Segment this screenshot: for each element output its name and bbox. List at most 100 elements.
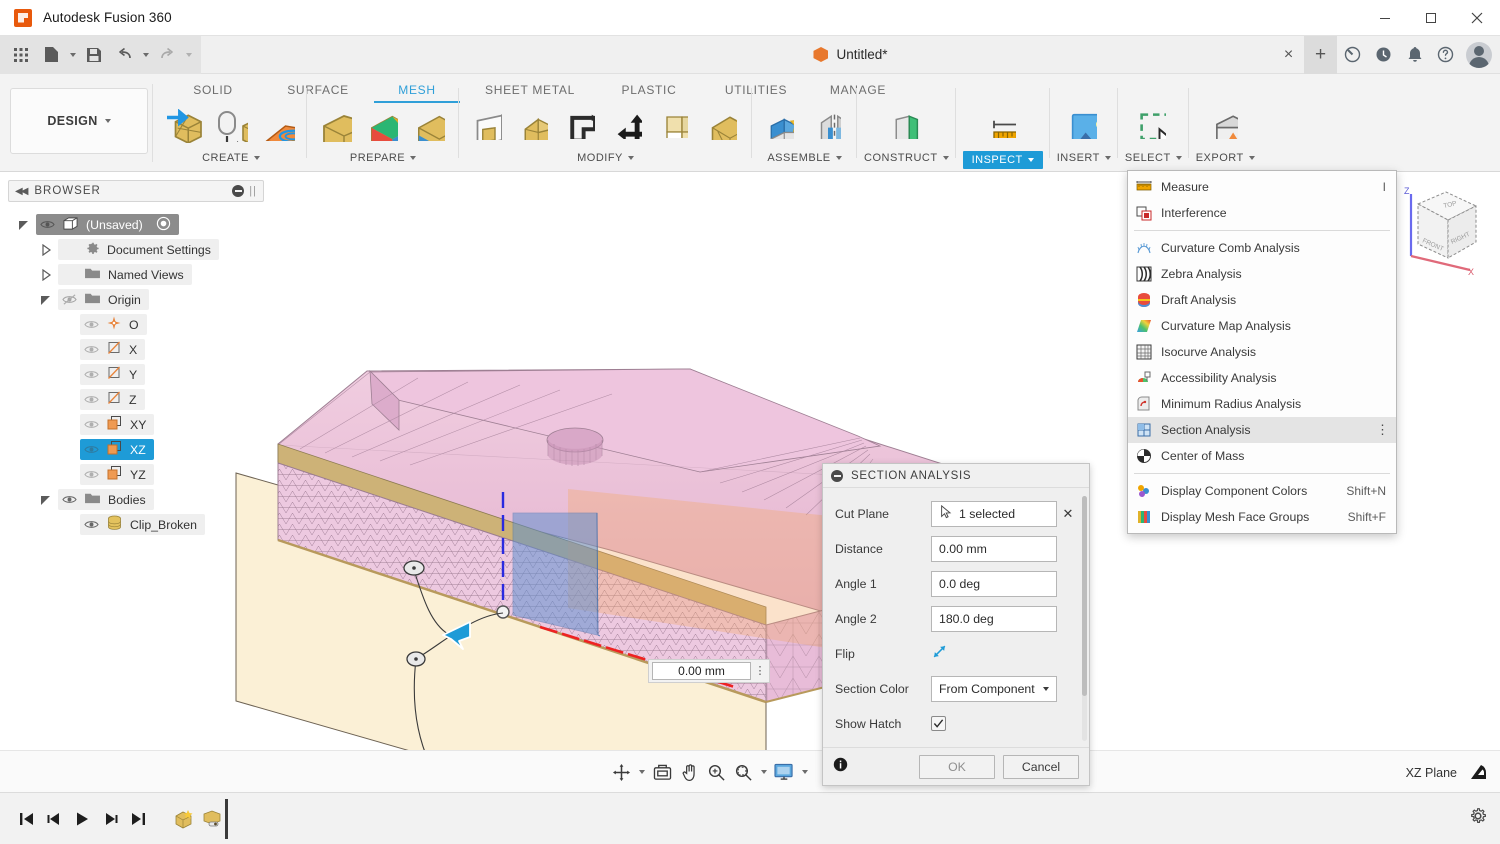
- browser-node-pill[interactable]: O: [80, 314, 147, 335]
- app-grid-icon[interactable]: [6, 40, 36, 70]
- dialog-scrollbar-thumb[interactable]: [1082, 496, 1087, 696]
- ribbon-panel-label-select[interactable]: SELECT: [1125, 152, 1182, 164]
- dialog-input-distance[interactable]: 0.00 mm: [931, 535, 1057, 562]
- ribbon-panel-label-insert[interactable]: INSERT: [1057, 152, 1111, 164]
- chevron-down-icon[interactable]: [757, 759, 770, 785]
- undo-icon[interactable]: [109, 40, 139, 70]
- visibility-eye-icon[interactable]: [84, 367, 99, 382]
- visibility-eye-icon[interactable]: [84, 467, 99, 482]
- menu-item-curvature-comb-analysis[interactable]: Curvature Comb Analysis: [1128, 235, 1396, 261]
- menu-item-overflow-icon[interactable]: ⋮: [1376, 423, 1389, 436]
- timeline-feature-mesh-icon[interactable]: [170, 805, 198, 833]
- mirror-assemble-icon[interactable]: [806, 104, 850, 148]
- avatar[interactable]: [1466, 41, 1492, 68]
- menu-item-section-analysis[interactable]: Section Analysis ⋮: [1128, 417, 1396, 443]
- browser-node-xz[interactable]: XZ: [8, 437, 264, 462]
- chevron-down-icon[interactable]: [798, 759, 811, 785]
- browser-node-pill[interactable]: XY: [80, 414, 155, 435]
- browser-node-yz[interactable]: YZ: [8, 462, 264, 487]
- play-icon[interactable]: [68, 805, 96, 833]
- dialog-input-angle-1[interactable]: 0.0 deg: [931, 570, 1057, 597]
- menu-item-curvature-map-analysis[interactable]: Curvature Map Analysis: [1128, 313, 1396, 339]
- visibility-eye-icon[interactable]: [84, 517, 99, 532]
- clear-selection-button[interactable]: ✕: [1057, 506, 1079, 522]
- browser-node-bodies[interactable]: Bodies: [8, 487, 264, 512]
- browser-node-y[interactable]: Y: [8, 362, 264, 387]
- orbit-icon[interactable]: [608, 759, 634, 785]
- browser-node-pill[interactable]: XZ: [80, 439, 154, 460]
- cancel-button[interactable]: Cancel: [1003, 754, 1079, 779]
- visibility-eye-icon[interactable]: [84, 317, 99, 332]
- menu-item-draft-analysis[interactable]: Draft Analysis: [1128, 287, 1396, 313]
- go-to-beginning-icon[interactable]: [12, 805, 40, 833]
- ribbon-panel-label-prepare[interactable]: PREPARE: [350, 152, 417, 164]
- menu-item-measure[interactable]: Measure I: [1128, 174, 1396, 200]
- maximize-button[interactable]: [1408, 0, 1454, 36]
- chevron-right-icon[interactable]: [40, 268, 52, 281]
- dialog-header[interactable]: SECTION ANALYSIS: [823, 464, 1089, 488]
- align-mesh-icon[interactable]: [654, 104, 698, 148]
- browser-node-pill[interactable]: Clip_Broken: [80, 514, 205, 535]
- combine-mesh-icon[interactable]: [560, 104, 604, 148]
- browser-node-pill[interactable]: Document Settings: [58, 239, 219, 260]
- mesh-section-sketch-icon[interactable]: [256, 104, 300, 148]
- chevron-down-icon[interactable]: [40, 294, 52, 306]
- visibility-eye-icon[interactable]: [62, 267, 77, 282]
- new-file-caret-icon[interactable]: [66, 40, 79, 70]
- minimize-button[interactable]: [1362, 0, 1408, 36]
- new-component-icon[interactable]: [759, 104, 803, 148]
- visibility-eye-icon[interactable]: [62, 242, 77, 257]
- browser-node-pill[interactable]: Y: [80, 364, 146, 385]
- repair-mesh-icon[interactable]: [701, 104, 745, 148]
- section-color-select[interactable]: From Component: [931, 675, 1057, 702]
- activate-component-radio-icon[interactable]: [156, 216, 171, 234]
- menu-item-accessibility-analysis[interactable]: Accessibility Analysis: [1128, 365, 1396, 391]
- close-button[interactable]: [1454, 0, 1500, 36]
- visibility-eye-icon[interactable]: [84, 417, 99, 432]
- menu-item-minimum-radius-analysis[interactable]: Minimum Radius Analysis: [1128, 391, 1396, 417]
- timeline-feature-plane-cut-icon[interactable]: [198, 805, 226, 833]
- dialog-input-angle-2[interactable]: 180.0 deg: [931, 605, 1057, 632]
- redo-icon[interactable]: [152, 40, 182, 70]
- fit-icon[interactable]: [730, 759, 756, 785]
- go-to-end-icon[interactable]: [124, 805, 152, 833]
- document-tab-close-icon[interactable]: ×: [1273, 39, 1304, 70]
- browser-node-pill[interactable]: YZ: [80, 464, 154, 485]
- browser-minimize-icon[interactable]: [232, 185, 245, 197]
- zoom-icon[interactable]: [703, 759, 729, 785]
- view-cube[interactable]: TOP FRONT RIGHT Z X: [1384, 180, 1488, 280]
- convert-mesh-icon[interactable]: [209, 104, 253, 148]
- mesh-face-groups-icon[interactable]: [361, 104, 405, 148]
- redo-caret-icon[interactable]: [182, 40, 195, 70]
- distance-value-field[interactable]: 0.00 mm: [652, 662, 751, 680]
- browser-node-pill[interactable]: X: [80, 339, 146, 360]
- browser-node-pill[interactable]: Bodies: [58, 489, 154, 510]
- new-file-icon[interactable]: [36, 40, 66, 70]
- visibility-eye-icon[interactable]: [62, 492, 77, 507]
- cut-plane-selection-field[interactable]: 1 selected: [931, 500, 1057, 527]
- menu-item-isocurve-analysis[interactable]: Isocurve Analysis: [1128, 339, 1396, 365]
- undo-caret-icon[interactable]: [139, 40, 152, 70]
- gear-icon[interactable]: [1468, 806, 1488, 831]
- offset-plane-icon[interactable]: [884, 104, 928, 148]
- ribbon-panel-label-inspect[interactable]: INSPECT: [962, 151, 1043, 169]
- extensions-icon[interactable]: [1337, 39, 1368, 70]
- dialog-scrollbar[interactable]: [1082, 496, 1087, 741]
- collapse-icon[interactable]: [831, 469, 843, 482]
- browser-node-clip-broken[interactable]: Clip_Broken: [8, 512, 264, 537]
- ribbon-panel-label-construct[interactable]: CONSTRUCT: [864, 152, 949, 164]
- browser-node-named-views[interactable]: Named Views: [8, 262, 264, 287]
- export-mesh-icon[interactable]: [1203, 104, 1247, 148]
- reduce-mesh-icon[interactable]: [513, 104, 557, 148]
- create-mesh-box-icon[interactable]: [162, 104, 206, 148]
- pan-hand-icon[interactable]: [676, 759, 702, 785]
- browser-node-pill[interactable]: Origin: [58, 289, 149, 310]
- new-tab-button[interactable]: +: [1304, 35, 1337, 74]
- browser-node-x[interactable]: X: [8, 337, 264, 362]
- browser-node-z[interactable]: Z: [8, 387, 264, 412]
- browser-node-pill[interactable]: (Unsaved): [36, 214, 179, 235]
- step-forward-icon[interactable]: [96, 805, 124, 833]
- workspace-switcher[interactable]: DESIGN: [10, 88, 148, 154]
- remesh-icon[interactable]: [314, 104, 358, 148]
- look-at-icon[interactable]: [649, 759, 675, 785]
